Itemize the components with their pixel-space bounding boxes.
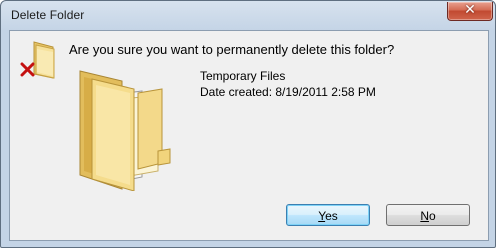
- window-title: Delete Folder: [11, 8, 85, 22]
- close-button[interactable]: ✕: [447, 2, 493, 21]
- close-icon[interactable]: ✕: [448, 2, 492, 20]
- confirmation-message: Are you sure you want to permanently del…: [69, 42, 395, 57]
- folder-delete-icon: [20, 41, 55, 79]
- dialog-body: Are you sure you want to permanently del…: [9, 30, 489, 241]
- title-bar[interactable]: Delete Folder ✕: [1, 1, 495, 29]
- yes-label: es: [325, 209, 338, 223]
- no-button[interactable]: No: [386, 204, 470, 226]
- open-folder-icon: [79, 70, 171, 191]
- no-accelerator: N: [420, 209, 429, 223]
- delete-folder-dialog: Delete Folder ✕ Are you sure you want to…: [0, 0, 496, 248]
- yes-button[interactable]: Yes: [286, 204, 370, 226]
- no-label: o: [428, 209, 436, 223]
- date-created: Date created: 8/19/2011 2:58 PM: [200, 85, 376, 99]
- folder-name: Temporary Files: [200, 69, 286, 83]
